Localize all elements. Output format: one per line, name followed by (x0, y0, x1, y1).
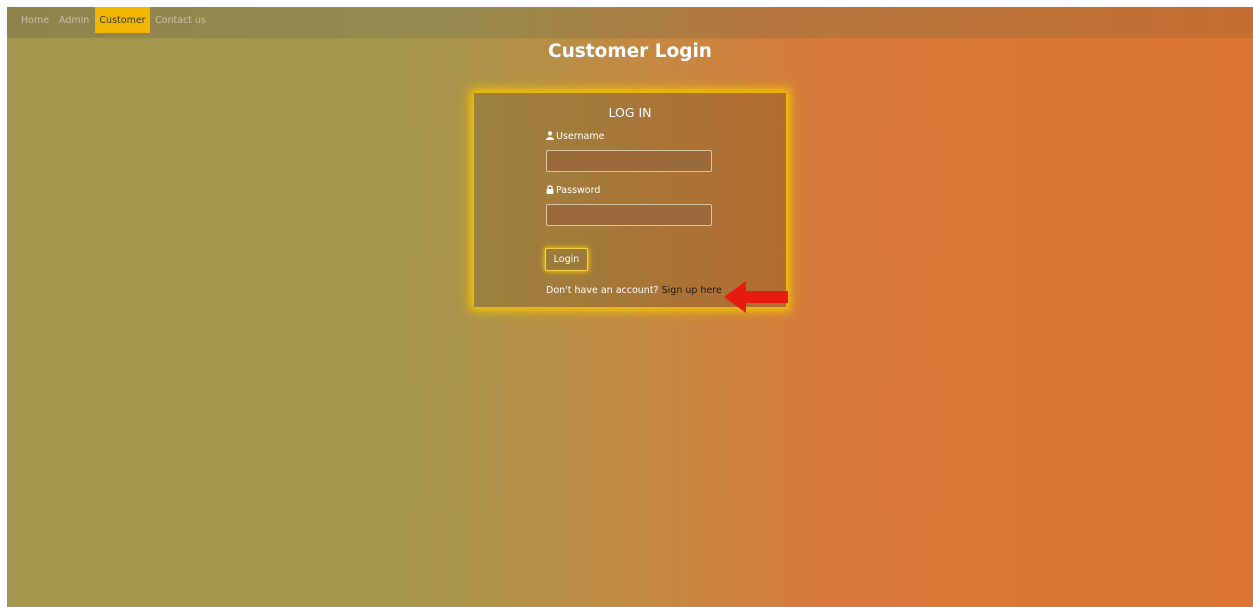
page-title: Customer Login (548, 41, 712, 62)
login-card: LOG IN Username Password Login Don't hav… (474, 93, 786, 307)
password-input[interactable] (546, 204, 712, 226)
nav-admin-link[interactable]: Admin (59, 7, 89, 33)
password-label: Password (546, 185, 600, 197)
username-label-text: Username (556, 131, 605, 142)
username-input[interactable] (546, 150, 712, 172)
user-icon (546, 131, 554, 143)
page: Home Admin Customer Contact us Customer … (7, 7, 1253, 607)
password-label-text: Password (556, 185, 601, 196)
login-button[interactable]: Login (545, 248, 588, 271)
login-heading: LOG IN (608, 105, 652, 120)
signup-prompt-text: Don't have an account? (546, 285, 659, 296)
top-navbar: Home Admin Customer Contact us (7, 7, 1253, 38)
nav-contact-link[interactable]: Contact us (155, 7, 206, 33)
nav-customer-link[interactable]: Customer (95, 7, 150, 33)
signup-link[interactable]: Sign up here (662, 285, 722, 296)
username-label: Username (546, 131, 604, 143)
red-arrow-icon (724, 281, 788, 313)
signup-prompt: Don't have an account? Sign up here (546, 285, 722, 296)
lock-icon (546, 185, 554, 197)
nav-home-link[interactable]: Home (21, 7, 49, 33)
